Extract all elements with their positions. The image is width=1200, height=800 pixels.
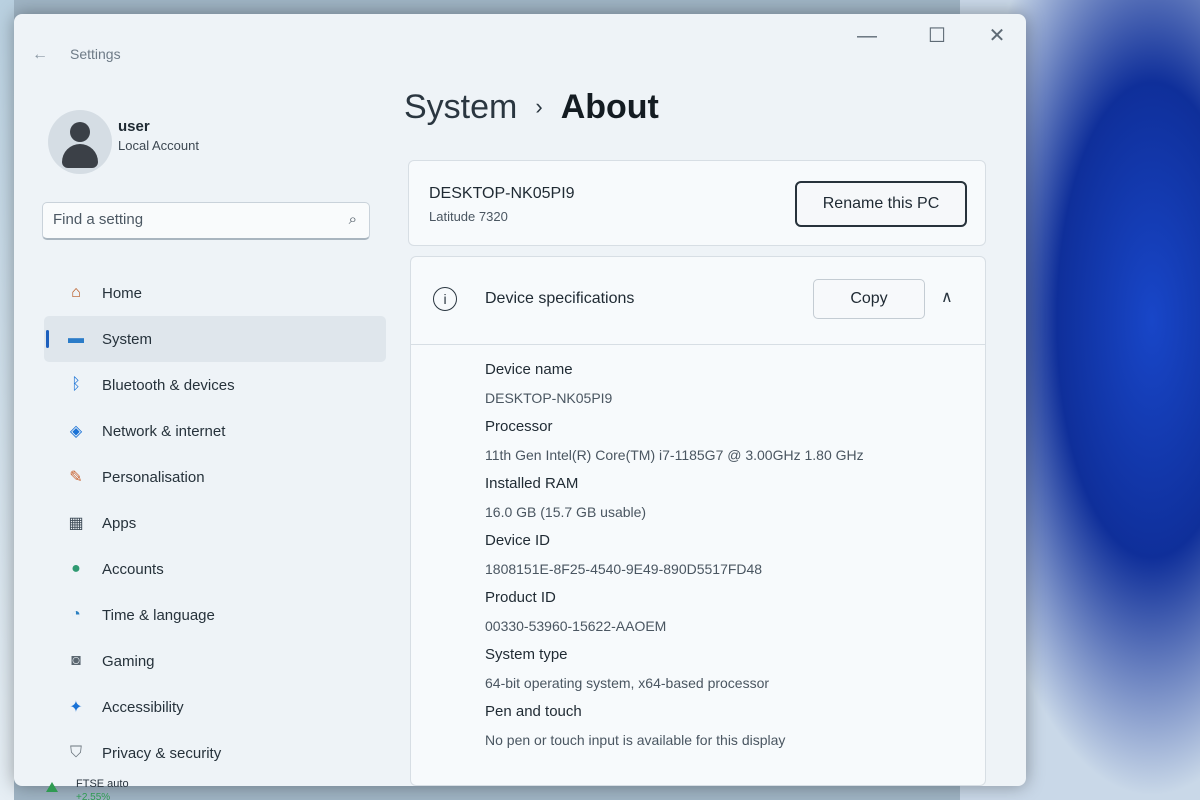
maximize-button[interactable]: ☐ bbox=[922, 24, 952, 48]
minimize-button[interactable]: — bbox=[852, 24, 882, 48]
breadcrumb-parent[interactable]: System bbox=[404, 88, 517, 126]
sidebar-item-label: System bbox=[102, 330, 153, 348]
sidebar-item-accounts[interactable]: ● Accounts bbox=[44, 546, 386, 592]
spec-value: 11th Gen Intel(R) Core(TM) i7-1185G7 @ 3… bbox=[485, 447, 864, 463]
controller-icon: ◙ bbox=[71, 652, 81, 669]
spec-list: Device name DESKTOP-NK05PI9 Processor 11… bbox=[485, 361, 925, 750]
sidebar-item-apps[interactable]: ▦ Apps bbox=[44, 500, 386, 546]
spec-value: 16.0 GB (15.7 GB usable) bbox=[485, 504, 647, 520]
title-bar: ← Settings — ☐ ✕ bbox=[14, 14, 1026, 63]
shield-icon: ⛉ bbox=[69, 744, 82, 761]
rename-pc-button[interactable]: Rename this PC bbox=[795, 181, 967, 227]
sidebar-item-label: Gaming bbox=[102, 652, 155, 670]
chevron-up-icon[interactable]: ∧ bbox=[941, 287, 953, 307]
pc-name: DESKTOP-NK05PI9 bbox=[429, 185, 575, 202]
sidebar-item-bluetooth[interactable]: ᛒ Bluetooth & devices bbox=[44, 362, 386, 408]
window-title: Settings bbox=[70, 46, 121, 62]
pc-model: Latitude 7320 bbox=[429, 209, 508, 224]
spec-value: 00330-53960-15622-AAOEM bbox=[485, 618, 667, 634]
bluetooth-icon: ᛒ bbox=[71, 376, 81, 393]
sidebar-item-label: Accounts bbox=[102, 560, 164, 578]
avatar[interactable] bbox=[48, 110, 112, 174]
sidebar-item-label: Apps bbox=[102, 514, 137, 532]
sidebar-item-home[interactable]: ⌂ Home bbox=[44, 270, 386, 316]
search-icon[interactable]: ⌕ bbox=[349, 211, 357, 228]
sidebar-item-label: Bluetooth & devices bbox=[102, 376, 235, 394]
avatar-body-shape bbox=[62, 144, 98, 168]
account-type: Local Account bbox=[118, 138, 199, 153]
pc-name-card: DESKTOP-NK05PI9 Latitude 7320 Rename thi… bbox=[408, 160, 986, 246]
sidebar-item-accessibility[interactable]: ✦ Accessibility bbox=[44, 684, 386, 730]
desktop-background-left bbox=[0, 0, 14, 800]
spec-label: Processor bbox=[485, 418, 553, 435]
taskbar-stock-widget[interactable]: FTSE auto +2.55% bbox=[30, 776, 190, 800]
apps-icon: ▦ bbox=[68, 515, 84, 532]
globe-clock-icon: ◔ bbox=[71, 606, 81, 623]
accessibility-icon: ✦ bbox=[69, 699, 83, 716]
sidebar-item-label: Privacy & security bbox=[102, 744, 222, 762]
spec-label: Installed RAM bbox=[485, 475, 579, 492]
sidebar-item-time-language[interactable]: ◔ Time & language bbox=[44, 592, 386, 638]
sidebar-item-privacy-security[interactable]: ⛉ Privacy & security bbox=[44, 730, 386, 776]
user-name: user bbox=[118, 118, 150, 135]
trend-up-icon bbox=[46, 782, 58, 792]
info-icon: i bbox=[433, 287, 457, 311]
spec-value: 1808151E-8F25-4540-9E49-890D5517FD48 bbox=[485, 561, 763, 577]
sidebar-item-network[interactable]: ◈ Network & internet bbox=[44, 408, 386, 454]
ticker-value: +2.55% bbox=[76, 792, 111, 800]
settings-window: ← Settings — ☐ ✕ user Local Account ⌕ ⌂ … bbox=[14, 14, 1026, 786]
sidebar-item-label: Time & language bbox=[102, 606, 215, 624]
spec-value: DESKTOP-NK05PI9 bbox=[485, 390, 613, 406]
sidebar-nav: ⌂ Home ▬ System ᛒ Bluetooth & devices ◈ … bbox=[44, 270, 386, 776]
person-icon: ● bbox=[71, 560, 81, 577]
spec-label: System type bbox=[485, 646, 568, 663]
sidebar-item-label: Personalisation bbox=[102, 468, 205, 486]
sidebar-item-personalisation[interactable]: ✎ Personalisation bbox=[44, 454, 386, 500]
wifi-icon: ◈ bbox=[69, 423, 83, 440]
spec-label: Device name bbox=[485, 361, 573, 378]
search-input[interactable] bbox=[53, 211, 323, 228]
copy-button[interactable]: Copy bbox=[813, 279, 925, 319]
home-icon: ⌂ bbox=[71, 284, 81, 301]
search-box[interactable]: ⌕ bbox=[42, 202, 370, 240]
monitor-icon: ▬ bbox=[68, 330, 84, 347]
spec-label: Device ID bbox=[485, 532, 551, 549]
avatar-head-shape bbox=[70, 122, 90, 142]
sidebar-item-system[interactable]: ▬ System bbox=[44, 316, 386, 362]
sidebar-item-label: Accessibility bbox=[102, 698, 184, 716]
ticker-label: FTSE auto bbox=[76, 778, 129, 790]
sidebar-item-label: Network & internet bbox=[102, 422, 226, 440]
section-title: Device specifications bbox=[485, 290, 635, 307]
close-button[interactable]: ✕ bbox=[982, 24, 1012, 48]
page-title: About bbox=[560, 88, 659, 126]
sidebar-item-gaming[interactable]: ◙ Gaming bbox=[44, 638, 386, 684]
spec-value: No pen or touch input is available for t… bbox=[485, 732, 786, 748]
back-arrow-icon[interactable]: ← bbox=[32, 46, 48, 64]
device-specifications-card: i Device specifications Copy ∧ Device na… bbox=[410, 256, 986, 786]
spec-value: 64-bit operating system, x64-based proce… bbox=[485, 675, 770, 691]
breadcrumb: System › About bbox=[404, 88, 659, 127]
spec-label: Product ID bbox=[485, 589, 556, 606]
sidebar-item-label: Home bbox=[102, 284, 143, 302]
spec-label: Pen and touch bbox=[485, 703, 582, 720]
brush-icon: ✎ bbox=[69, 469, 83, 486]
chevron-right-icon: › bbox=[535, 94, 543, 119]
device-specifications-header[interactable]: i Device specifications Copy ∧ bbox=[411, 257, 985, 345]
